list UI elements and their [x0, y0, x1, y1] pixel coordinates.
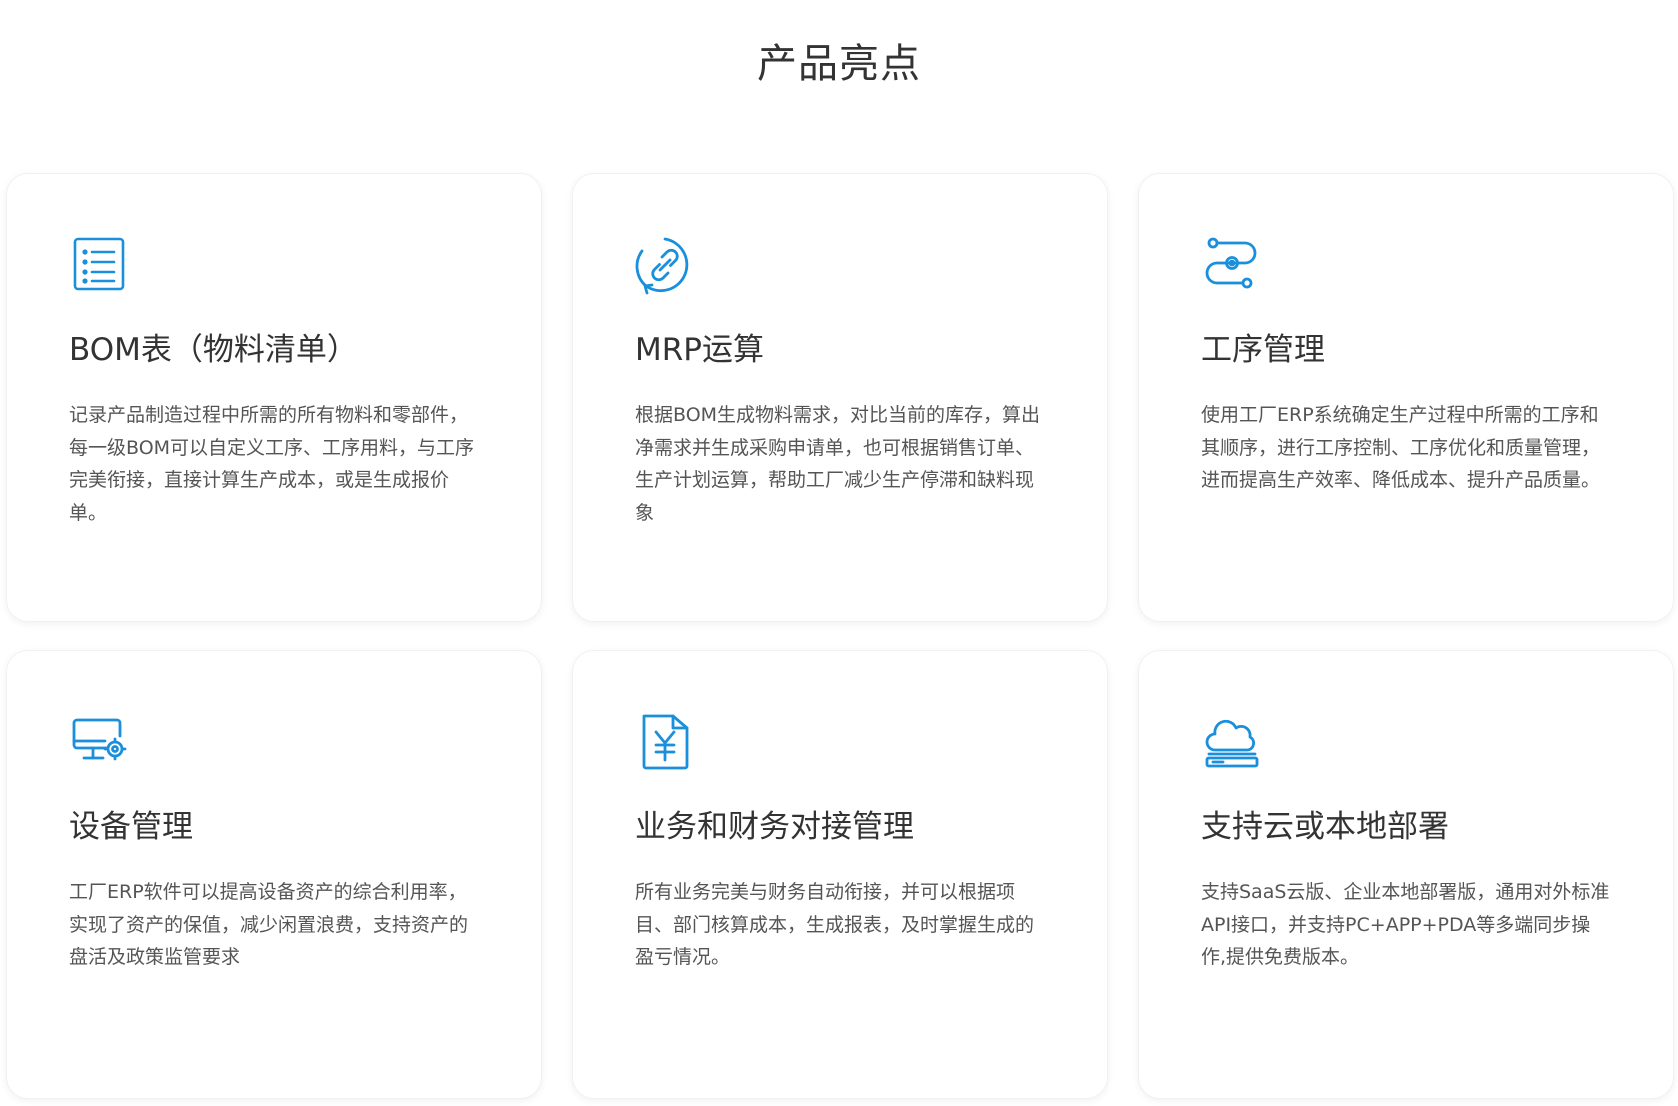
link-icon — [635, 235, 695, 295]
card-description: 所有业务完美与财务自动衔接，并可以根据项目、部门核算成本，生成报表，及时掌握生成… — [635, 881, 1035, 968]
list-icon — [69, 235, 129, 295]
section-title: 产品亮点 — [757, 41, 921, 87]
card-title: MRP运算 — [635, 332, 764, 368]
highlights-grid: BOM表（物料清单） 记录产品制造过程中所需的所有物料和零部件，每一级BOM可以… — [6, 173, 1674, 1099]
card-title: 业务和财务对接管理 — [635, 809, 914, 845]
card-title: 设备管理 — [69, 809, 193, 845]
card-description: 工厂ERP软件可以提高设备资产的综合利用率，实现了资产的保值，减少闲置浪费，支持… — [69, 881, 469, 968]
card-title: 支持云或本地部署 — [1201, 809, 1449, 845]
product-highlights-section: 产品亮点 BOM表（物料清单） 记录产品制造过程中所需的所有物料和零部件，每一级… — [0, 0, 1678, 1106]
highlight-card-mrp[interactable]: MRP运算 根据BOM生成物料需求，对比当前的库存，算出净需求并生成采购申请单，… — [572, 173, 1108, 622]
card-title: 工序管理 — [1201, 332, 1325, 368]
card-description: 记录产品制造过程中所需的所有物料和零部件，每一级BOM可以自定义工序、工序用料，… — [69, 404, 475, 524]
highlight-card-finance[interactable]: 业务和财务对接管理 所有业务完美与财务自动衔接，并可以根据项目、部门核算成本，生… — [572, 650, 1108, 1099]
monitor-settings-icon — [69, 712, 129, 772]
finance-document-icon — [635, 712, 695, 772]
highlight-card-process[interactable]: 工序管理 使用工厂ERP系统确定生产过程中所需的工序和其顺序，进行工序控制、工序… — [1138, 173, 1674, 622]
card-description: 根据BOM生成物料需求，对比当前的库存，算出净需求并生成采购申请单，也可根据销售… — [635, 404, 1041, 524]
card-description: 使用工厂ERP系统确定生产过程中所需的工序和其顺序，进行工序控制、工序优化和质量… — [1201, 404, 1601, 491]
highlight-card-equipment[interactable]: 设备管理 工厂ERP软件可以提高设备资产的综合利用率，实现了资产的保值，减少闲置… — [6, 650, 542, 1099]
process-flow-icon — [1201, 235, 1261, 295]
cloud-server-icon — [1201, 712, 1261, 772]
highlight-card-bom[interactable]: BOM表（物料清单） 记录产品制造过程中所需的所有物料和零部件，每一级BOM可以… — [6, 173, 542, 622]
highlight-card-deployment[interactable]: 支持云或本地部署 支持SaaS云版、企业本地部署版，通用对外标准API接口，并支… — [1138, 650, 1674, 1099]
card-title: BOM表（物料清单） — [69, 332, 358, 368]
card-description: 支持SaaS云版、企业本地部署版，通用对外标准API接口，并支持PC+APP+P… — [1201, 881, 1610, 968]
